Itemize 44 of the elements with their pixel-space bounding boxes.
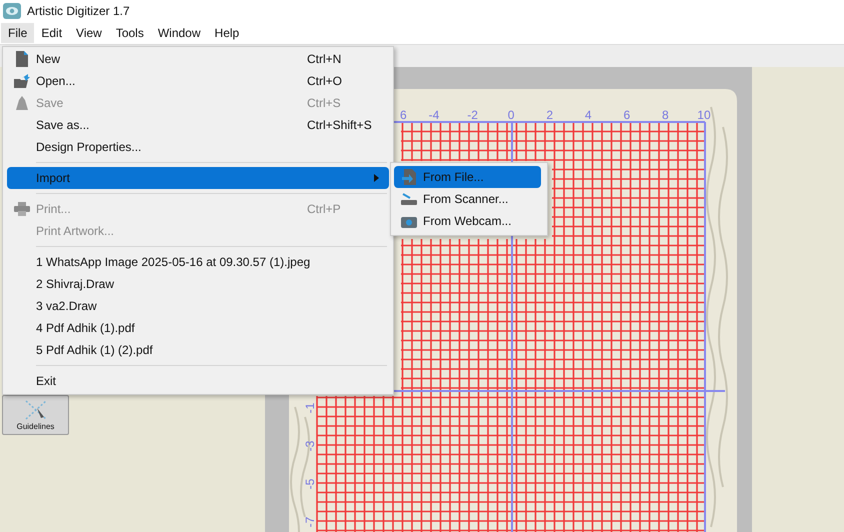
ruler-label: 6: [623, 108, 630, 122]
menu-bar-item[interactable]: Edit: [34, 23, 70, 43]
ruler-label: 10: [697, 108, 711, 122]
submenu-arrow-icon: [374, 174, 379, 182]
menu-item[interactable]: Save as... Ctrl+Shift+S: [7, 114, 389, 136]
ruler-label: -3: [303, 440, 317, 452]
menu-bar-item[interactable]: Window: [150, 23, 208, 43]
menu-item[interactable]: Import: [7, 167, 389, 189]
guidelines-button[interactable]: Guidelines: [2, 395, 69, 435]
guidelines-icon: [24, 399, 48, 421]
file-import-icon: [402, 169, 416, 185]
ruler-label: 2: [546, 108, 554, 122]
ruler-label: -1: [303, 402, 317, 414]
menu-item[interactable]: 2 Shivraj.Draw: [7, 273, 389, 295]
window-title: Artistic Digitizer 1.7: [27, 4, 130, 18]
menu-item[interactable]: New Ctrl+N: [7, 48, 389, 70]
submenu-item[interactable]: From File...: [394, 166, 541, 188]
ruler-label: 4: [584, 108, 592, 122]
camera-icon: [400, 214, 416, 228]
menu-item[interactable]: Open... Ctrl+O: [7, 70, 389, 92]
menu-item[interactable]: 1 WhatsApp Image 2025-05-16 at 09.30.57 (1).jpeg: [7, 251, 389, 273]
scanner-icon: [400, 192, 416, 206]
menu-bar-item[interactable]: View: [69, 23, 109, 43]
folder-icon: [14, 74, 30, 88]
menu-bar-item[interactable]: Help: [208, 23, 246, 43]
menu-item[interactable]: Exit: [7, 370, 389, 392]
printer-icon: [14, 202, 30, 216]
menu-item[interactable]: 3 va2.Draw: [7, 295, 389, 317]
menu-bar-item[interactable]: File: [1, 23, 34, 43]
ruler-label: 8: [662, 108, 669, 122]
submenu-item[interactable]: From Webcam...: [394, 210, 541, 232]
ruler-label: 0: [508, 108, 514, 122]
ruler-label: -4: [428, 108, 440, 122]
app-logo-icon: [3, 3, 21, 19]
menu-item[interactable]: Design Properties...: [7, 136, 389, 158]
menu-bar-item[interactable]: Tools: [108, 23, 151, 43]
menu-item[interactable]: 4 Pdf Adhik (1).pdf: [7, 317, 389, 339]
menu-item[interactable]: 5 Pdf Adhik (1) (2).pdf: [7, 339, 389, 361]
ruler-label: -5: [303, 478, 317, 490]
submenu-item[interactable]: From Scanner...: [394, 188, 541, 210]
ruler-label: -2: [467, 108, 478, 122]
ruler-label: -7: [303, 516, 317, 528]
document-icon: [16, 51, 28, 67]
ruler-label: 6: [400, 108, 407, 122]
